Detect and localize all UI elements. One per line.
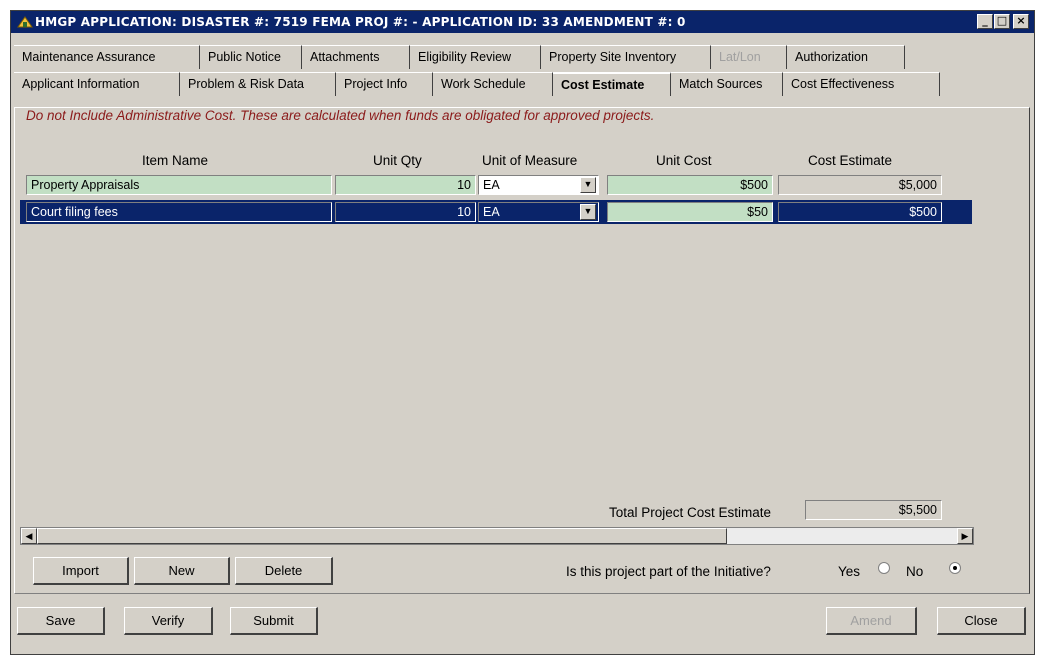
delete-button[interactable]: Delete (235, 557, 333, 585)
close-button[interactable]: Close (937, 607, 1026, 635)
initiative-yes-label: Yes (838, 564, 861, 579)
tab-row-2: Applicant Information Problem & Risk Dat… (14, 72, 1030, 96)
save-button[interactable]: Save (17, 607, 105, 635)
tab-eligibility-review[interactable]: Eligibility Review (410, 45, 541, 69)
tab-maintenance-assurance[interactable]: Maintenance Assurance (14, 45, 200, 69)
column-header-unit-qty: Unit Qty (373, 153, 422, 168)
unit-qty-cell[interactable]: 10 (335, 175, 476, 195)
initiative-question: Is this project part of the Initiative? (566, 564, 771, 579)
verify-button[interactable]: Verify (124, 607, 213, 635)
title-bar: HMGP APPLICATION: DISASTER #: 7519 FEMA … (11, 11, 1034, 33)
amend-button: Amend (826, 607, 917, 635)
scroll-right-icon[interactable]: ▶ (957, 528, 973, 544)
total-cost-value: $5,500 (805, 500, 942, 520)
cost-estimate-cell: $500 (778, 202, 942, 222)
unit-cost-cell[interactable]: $50 (607, 202, 773, 222)
column-header-unit-of-measure: Unit of Measure (482, 153, 578, 168)
cost-estimate-cell: $5,000 (778, 175, 942, 195)
fema-logo-icon (17, 16, 33, 28)
column-header-unit-cost: Unit Cost (656, 153, 712, 168)
close-window-button[interactable]: × (1013, 14, 1029, 29)
item-name-cell[interactable]: Property Appraisals (26, 175, 332, 195)
tab-row-1: Maintenance Assurance Public Notice Atta… (14, 45, 1030, 69)
item-name-cell[interactable]: Court filing fees (26, 202, 332, 222)
tab-cost-effectiveness[interactable]: Cost Effectiveness (783, 72, 940, 96)
tab-applicant-information[interactable]: Applicant Information (14, 72, 180, 96)
tab-work-schedule[interactable]: Work Schedule (433, 72, 553, 96)
tab-project-info[interactable]: Project Info (336, 72, 433, 96)
tab-property-site-inventory[interactable]: Property Site Inventory (541, 45, 711, 69)
column-header-cost-estimate: Cost Estimate (808, 153, 893, 168)
window-title: HMGP APPLICATION: DISASTER #: 7519 FEMA … (35, 15, 686, 29)
admin-cost-notice: Do not Include Administrative Cost. Thes… (26, 108, 655, 123)
initiative-no-radio[interactable] (949, 562, 961, 574)
unit-cost-cell[interactable]: $500 (607, 175, 773, 195)
initiative-yes-radio[interactable] (878, 562, 890, 574)
chevron-down-icon[interactable]: ▼ (580, 204, 596, 220)
column-header-item-name: Item Name (142, 153, 209, 168)
horizontal-scrollbar[interactable]: ◀ ▶ (20, 527, 974, 545)
scrollbar-thumb[interactable] (37, 528, 727, 544)
tab-cost-estimate[interactable]: Cost Estimate (553, 72, 671, 96)
initiative-no-label: No (906, 564, 924, 579)
chevron-down-icon[interactable]: ▼ (580, 177, 596, 193)
minimize-button[interactable]: _ (977, 14, 993, 29)
tab-match-sources[interactable]: Match Sources (671, 72, 783, 96)
tab-attachments[interactable]: Attachments (302, 45, 410, 69)
total-cost-label: Total Project Cost Estimate (609, 505, 772, 520)
new-button[interactable]: New (134, 557, 230, 585)
tab-lat-lon: Lat/Lon (711, 45, 787, 69)
import-button[interactable]: Import (33, 557, 129, 585)
submit-button[interactable]: Submit (230, 607, 318, 635)
maximize-button[interactable]: □ (994, 14, 1010, 29)
tab-public-notice[interactable]: Public Notice (200, 45, 302, 69)
tab-authorization[interactable]: Authorization (787, 45, 905, 69)
scroll-left-icon[interactable]: ◀ (21, 528, 37, 544)
unit-qty-cell[interactable]: 10 (335, 202, 476, 222)
radio-selected-dot (953, 566, 957, 570)
tab-problem-risk-data[interactable]: Problem & Risk Data (180, 72, 336, 96)
